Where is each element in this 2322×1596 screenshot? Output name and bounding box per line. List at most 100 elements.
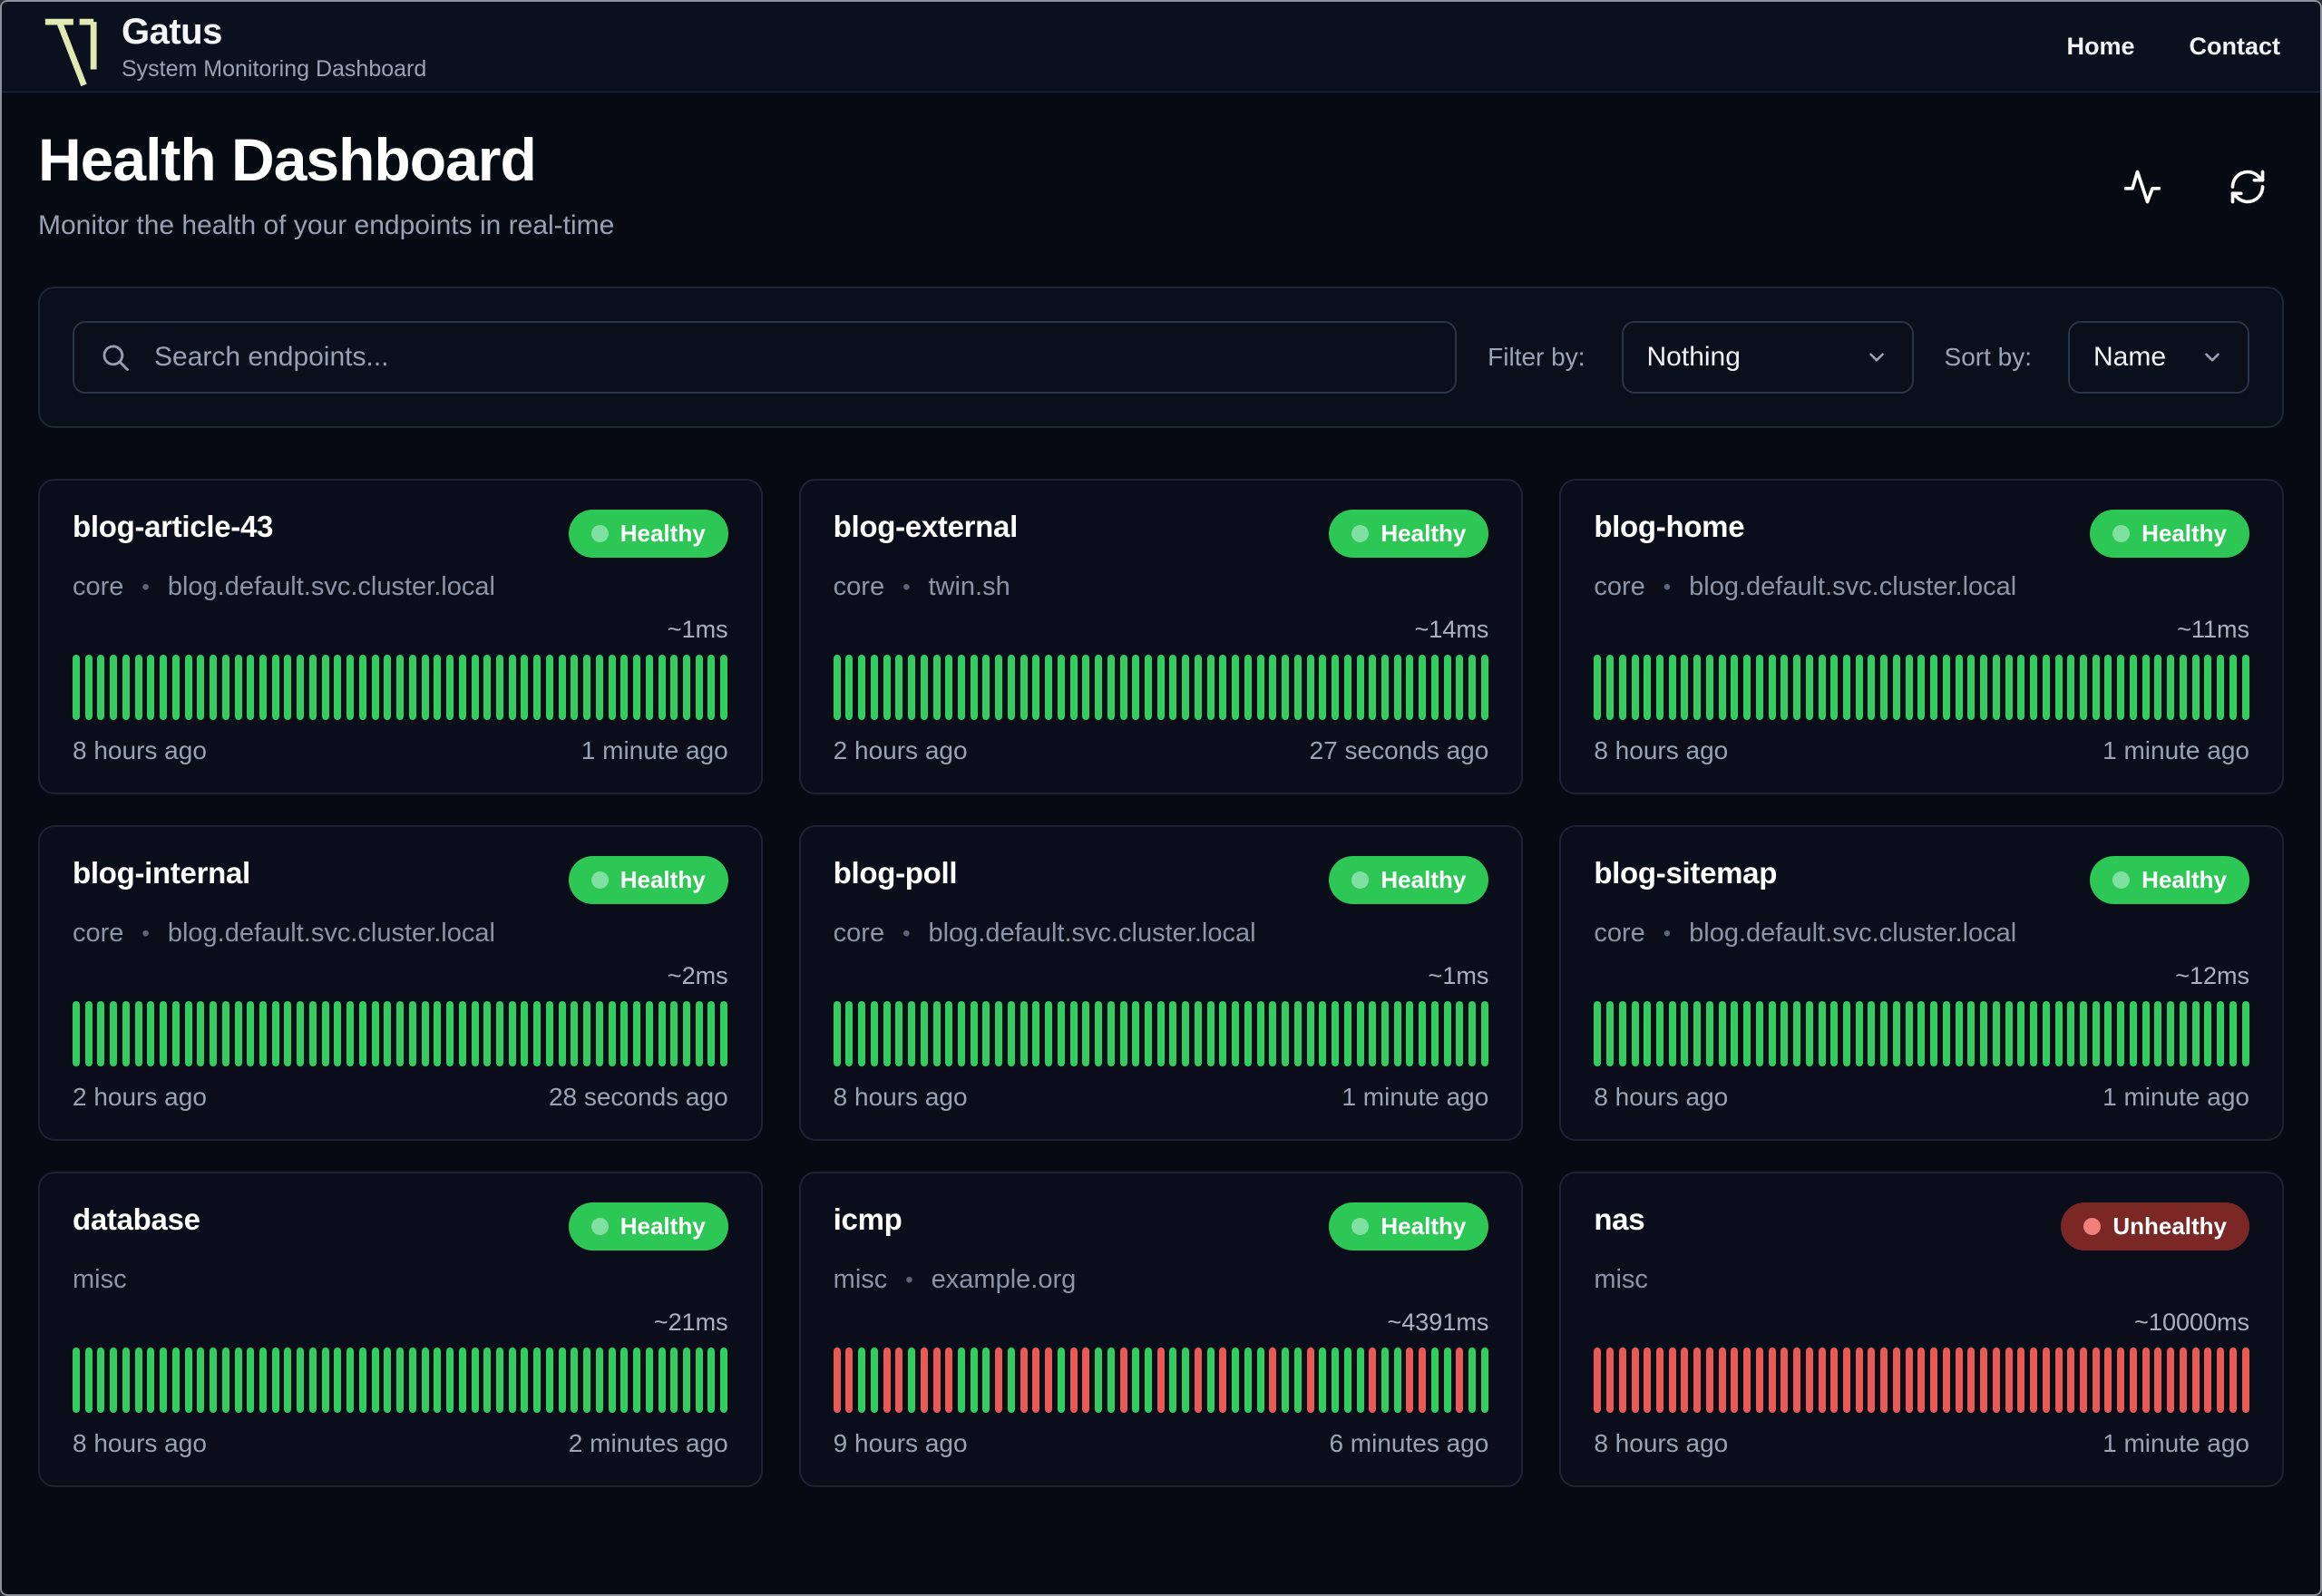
status-bar[interactable] [358,655,366,720]
status-bar[interactable] [1905,1348,1913,1413]
status-bar[interactable] [620,655,629,720]
status-bar[interactable] [1332,1001,1340,1066]
status-bar[interactable] [1830,655,1839,720]
uptime-bars[interactable] [1594,1348,2249,1413]
status-bar[interactable] [558,1001,566,1066]
status-bar[interactable] [707,1348,716,1413]
status-bar[interactable] [695,1348,703,1413]
status-bar[interactable] [1868,1348,1876,1413]
status-bar[interactable] [1992,655,2000,720]
status-bar[interactable] [1082,655,1090,720]
status-bar[interactable] [1443,1001,1451,1066]
status-bar[interactable] [1206,1001,1215,1066]
status-bar[interactable] [134,1001,142,1066]
status-bar[interactable] [434,1348,442,1413]
status-bar[interactable] [197,1001,205,1066]
status-bar[interactable] [446,1348,454,1413]
status-bar[interactable] [1781,655,1789,720]
status-bar[interactable] [1356,1001,1364,1066]
status-bar[interactable] [2142,1001,2150,1066]
status-bar[interactable] [1369,1348,1377,1413]
status-bar[interactable] [346,1348,355,1413]
nav-link-contact[interactable]: Contact [2190,33,2281,61]
status-bar[interactable] [1718,1348,1726,1413]
status-bar[interactable] [408,1001,416,1066]
status-bar[interactable] [695,655,703,720]
status-bar[interactable] [533,1001,541,1066]
status-bar[interactable] [1319,655,1327,720]
status-bar[interactable] [1194,655,1202,720]
status-bar[interactable] [1393,1348,1401,1413]
status-bar[interactable] [1805,655,1813,720]
status-bar[interactable] [1443,655,1451,720]
status-bar[interactable] [1032,1348,1040,1413]
status-bar[interactable] [995,1001,1003,1066]
status-bar[interactable] [1781,1001,1789,1066]
status-bar[interactable] [421,655,429,720]
filter-dropdown[interactable]: Nothing [1621,321,1914,394]
status-bar[interactable] [210,1001,218,1066]
status-bar[interactable] [160,655,168,720]
status-bar[interactable] [1967,655,1976,720]
status-bar[interactable] [895,1001,903,1066]
status-bar[interactable] [1369,1001,1377,1066]
status-bar[interactable] [1182,655,1190,720]
status-bar[interactable] [1356,655,1364,720]
status-bar[interactable] [134,655,142,720]
status-bar[interactable] [1419,1001,1427,1066]
status-bar[interactable] [1644,1348,1652,1413]
status-bar[interactable] [1917,1348,1926,1413]
status-bar[interactable] [73,1001,80,1066]
status-bar[interactable] [958,655,965,720]
status-bar[interactable] [1656,1348,1663,1413]
status-bar[interactable] [658,1001,666,1066]
status-bar[interactable] [1468,1001,1477,1066]
status-bar[interactable] [645,1001,653,1066]
status-bar[interactable] [421,1348,429,1413]
status-bar[interactable] [920,655,928,720]
status-bar[interactable] [521,655,529,720]
status-bar[interactable] [583,1001,591,1066]
status-bar[interactable] [908,655,916,720]
status-bar[interactable] [2154,1348,2162,1413]
status-bar[interactable] [297,1001,305,1066]
status-bar[interactable] [1293,655,1302,720]
status-bar[interactable] [446,655,454,720]
status-bar[interactable] [396,655,405,720]
status-bar[interactable] [682,655,690,720]
status-bar[interactable] [2030,1348,2038,1413]
status-bar[interactable] [1269,655,1277,720]
status-bar[interactable] [1406,655,1414,720]
status-bar[interactable] [1082,1001,1090,1066]
status-bar[interactable] [682,1348,690,1413]
status-bar[interactable] [883,1348,891,1413]
status-bar[interactable] [2217,655,2225,720]
status-bar[interactable] [695,1001,703,1066]
status-bar[interactable] [1206,655,1215,720]
status-bar[interactable] [1868,655,1876,720]
status-bar[interactable] [1755,1001,1763,1066]
status-bar[interactable] [1917,655,1926,720]
status-bar[interactable] [1269,1001,1277,1066]
status-bar[interactable] [1880,1348,1888,1413]
status-bar[interactable] [1107,655,1115,720]
status-bar[interactable] [1020,655,1028,720]
status-bar[interactable] [1456,1001,1464,1066]
status-bar[interactable] [1718,1001,1726,1066]
status-bar[interactable] [1818,1001,1826,1066]
status-bar[interactable] [2204,1001,2212,1066]
status-bar[interactable] [1256,1001,1264,1066]
status-bar[interactable] [1955,655,1963,720]
uptime-bars[interactable] [833,1348,1489,1413]
status-bar[interactable] [1419,655,1427,720]
status-bar[interactable] [1057,655,1065,720]
status-bar[interactable] [833,1348,841,1413]
status-bar[interactable] [1718,655,1726,720]
status-bar[interactable] [2104,1348,2112,1413]
endpoint-card[interactable]: blog-home Healthy core • blog.default.sv… [1559,479,2284,794]
status-bar[interactable] [970,655,978,720]
status-bar[interactable] [1631,1001,1639,1066]
brand[interactable]: Gatus System Monitoring Dashboard [42,2,426,92]
status-bar[interactable] [284,1348,292,1413]
status-bar[interactable] [2229,655,2237,720]
